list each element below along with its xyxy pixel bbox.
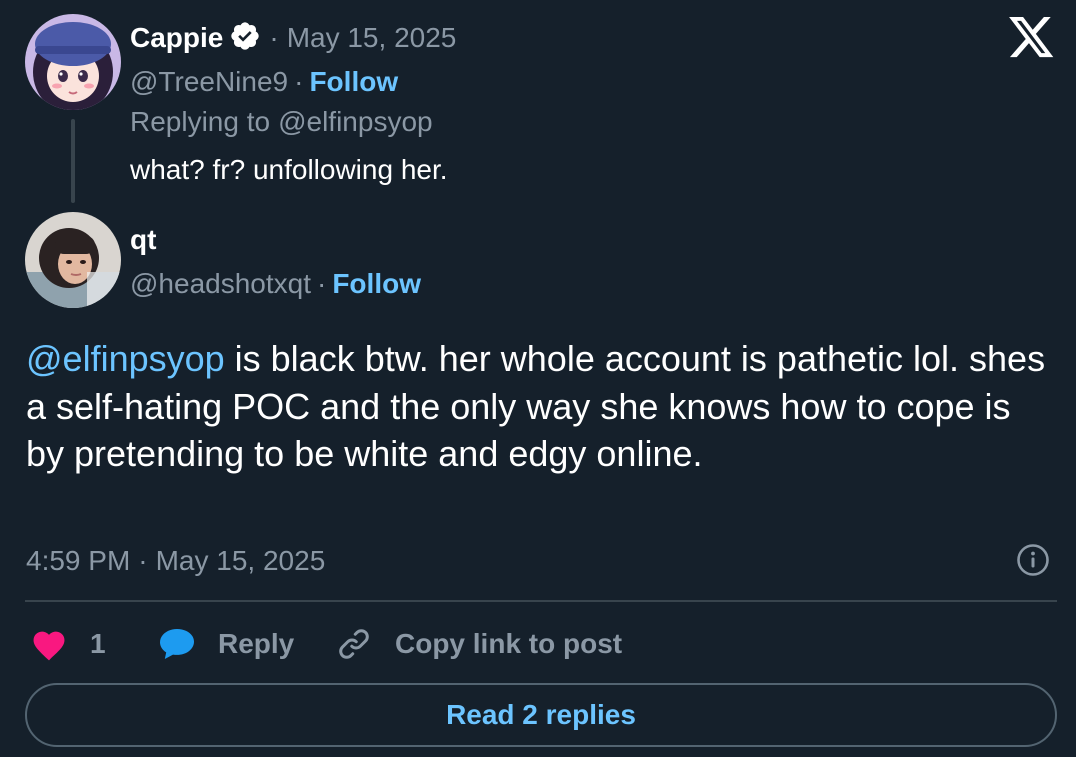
x-logo-icon[interactable] [1009,17,1055,59]
main-post-text: @elfinpsyop is black btw. her whole acco… [26,335,1056,478]
avatar-cappie[interactable] [25,14,121,110]
like-count: 1 [90,628,106,659]
parent-post-text: what? fr? unfollowing her. [130,154,448,185]
header-separator: · [269,22,279,53]
reply-button[interactable]: Reply [158,624,294,664]
read-replies-label: Read 2 replies [446,699,636,730]
copy-link-label: Copy link to post [395,628,623,659]
avatar-qt[interactable] [25,212,121,308]
replying-to-prefix: Replying to [130,106,271,137]
post-date[interactable]: May 15, 2025 [287,22,457,54]
copy-link-button[interactable]: Copy link to post [336,624,622,664]
parent-post-header: Cappie · May 15, 2025 [130,20,456,56]
heart-icon [30,627,68,661]
reply-label: Reply [218,628,295,659]
author-handle[interactable]: @TreeNine9 [130,66,288,98]
follow-button[interactable]: Follow [332,268,421,300]
main-handle-row: @headshotxqt · Follow [130,266,421,302]
post-time[interactable]: 4:59 PM [26,545,130,577]
thread-connector-line [71,119,75,203]
read-replies-button[interactable]: Read 2 replies [25,683,1057,747]
divider [25,600,1057,602]
mention-link[interactable]: @elfinpsyop [26,338,225,379]
post-date[interactable]: May 15, 2025 [156,545,326,577]
parent-handle-row: @TreeNine9 · Follow [130,64,398,100]
timestamp-separator: · [138,545,148,576]
author-handle[interactable]: @headshotxqt [130,268,311,300]
verified-badge-icon [229,20,261,57]
reply-bubble-icon [158,626,196,662]
replying-to-line: Replying to @elfinpsyop [130,104,433,140]
author-name[interactable]: qt [130,222,156,258]
post-timestamp: 4:59 PM · May 15, 2025 [26,543,325,579]
author-name[interactable]: Cappie [130,22,223,54]
like-button[interactable]: 1 [30,624,106,664]
handle-separator: · [294,66,304,97]
info-icon[interactable] [1016,543,1050,577]
follow-button[interactable]: Follow [309,66,398,98]
replying-to-handle[interactable]: @elfinpsyop [278,106,433,138]
handle-separator: · [317,268,327,299]
link-icon [336,626,372,662]
